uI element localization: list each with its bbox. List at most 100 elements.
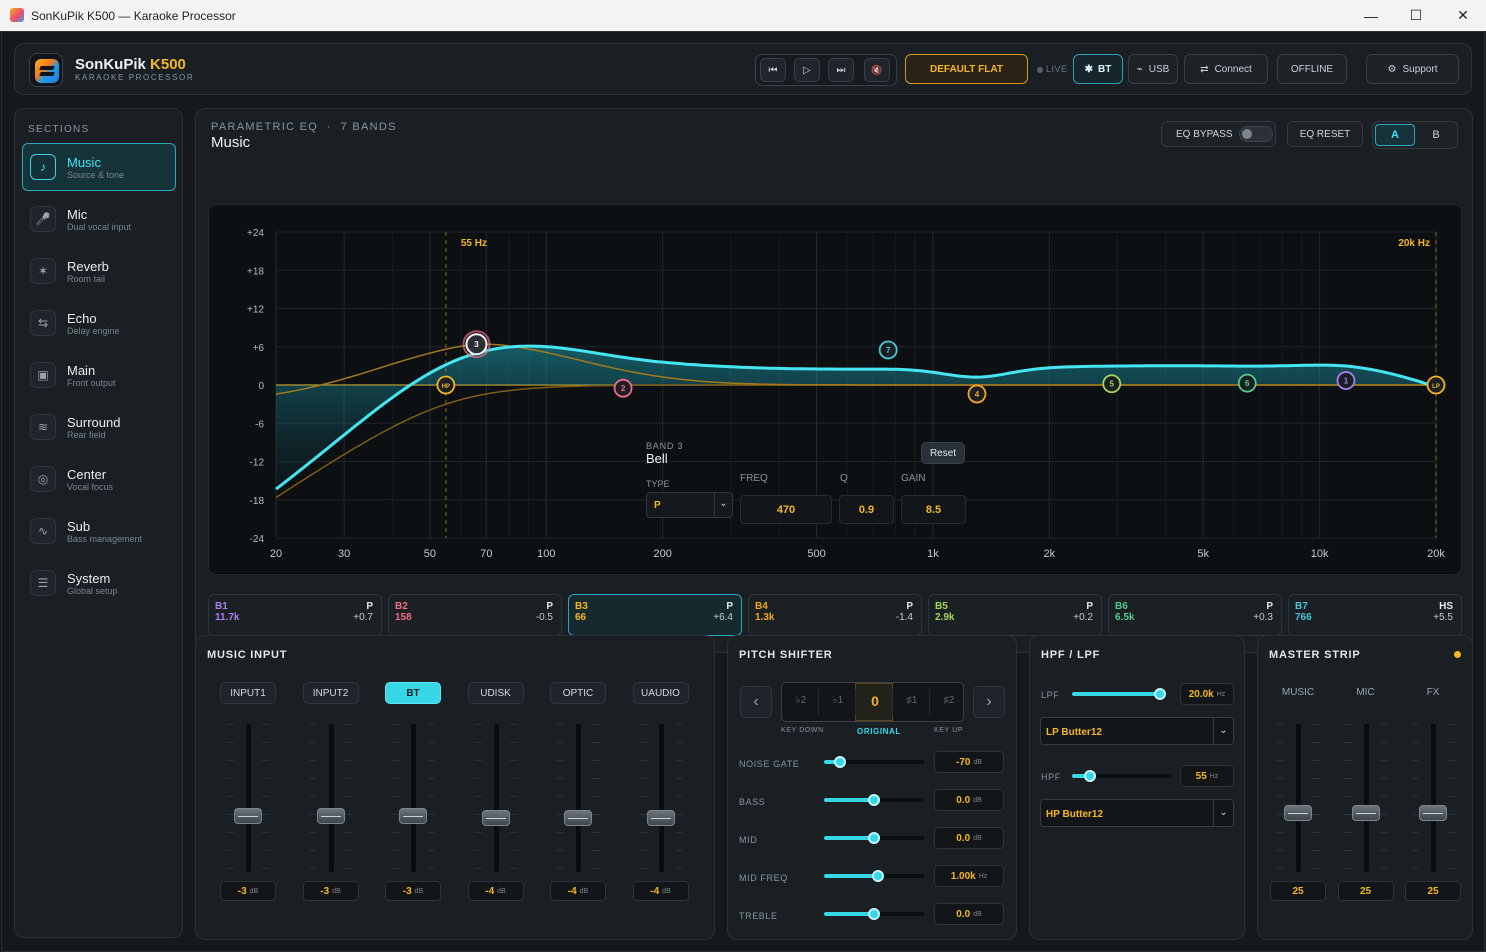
input-level-value[interactable]: -3 dB <box>302 881 359 901</box>
band-node-lp[interactable]: LP <box>1426 375 1446 395</box>
band-type-select[interactable]: P ⌄ <box>646 492 733 518</box>
play-icon[interactable]: ▷ <box>794 58 820 82</box>
sidebar-item-sub[interactable]: ∿ Sub Bass management <box>22 507 176 555</box>
master-level-value[interactable]: 25 <box>1337 881 1394 901</box>
slider-knob[interactable] <box>868 908 880 920</box>
input-fader-uaudio[interactable] <box>633 724 689 874</box>
tone-slider-treble[interactable] <box>824 908 924 920</box>
preset-button[interactable]: DEFAULT FLAT <box>905 54 1028 84</box>
usb-button[interactable]: ⌁ USB <box>1128 54 1178 84</box>
minimize-button[interactable]: — <box>1348 0 1394 31</box>
key-step[interactable]: ♯1 <box>901 695 923 706</box>
input-fader-optic[interactable] <box>550 724 606 874</box>
next-track-icon[interactable]: ⏭ <box>828 58 854 82</box>
eq-bypass-toggle[interactable] <box>1239 126 1273 142</box>
input-fader-udisk[interactable] <box>468 724 524 874</box>
tone-value[interactable]: 0.0 dB <box>934 827 1004 849</box>
key-step[interactable]: ♭2 <box>790 695 812 706</box>
input-level-value[interactable]: -4 dB <box>467 881 524 901</box>
band-node-4[interactable]: 4 <box>967 384 987 404</box>
fader-knob[interactable] <box>646 810 675 826</box>
lpf-slider[interactable] <box>1072 688 1167 700</box>
hpf-type-select[interactable]: HP Butter12 ⌄ <box>1040 799 1234 827</box>
band-node-3[interactable]: 3 <box>462 330 491 359</box>
eq-reset-button[interactable]: EQ RESET <box>1287 121 1363 147</box>
sidebar-item-music[interactable]: ♪ Music Source & tone <box>22 143 176 191</box>
band-node-6[interactable]: 6 <box>1237 373 1257 393</box>
slider-knob[interactable] <box>834 756 846 768</box>
slider-knob[interactable] <box>868 794 880 806</box>
preset-a-button[interactable]: A <box>1375 124 1415 146</box>
fader-knob[interactable] <box>481 810 510 826</box>
band-node-hp[interactable]: HP <box>436 375 456 395</box>
input-level-value[interactable]: -4 dB <box>550 881 606 901</box>
maximize-button[interactable]: ☐ <box>1393 0 1439 31</box>
tone-value[interactable]: 0.0 dB <box>934 903 1004 925</box>
lpf-value[interactable]: 20.0k Hz <box>1180 683 1234 705</box>
sidebar-item-reverb[interactable]: ✶ Reverb Room tail <box>22 247 176 295</box>
tone-slider-noise-gate[interactable] <box>824 756 924 768</box>
bt-button[interactable]: ✱ BT <box>1073 54 1123 84</box>
support-button[interactable]: ⚙ Support <box>1366 54 1459 84</box>
connect-button[interactable]: ⇄ Connect <box>1184 54 1268 84</box>
fader-knob[interactable] <box>564 810 592 826</box>
freq-input[interactable]: 470 <box>740 495 832 524</box>
input-level-value[interactable]: -4 dB <box>632 881 689 901</box>
hpf-slider[interactable] <box>1072 770 1172 782</box>
fader-knob[interactable] <box>1284 805 1312 821</box>
tone-slider-bass[interactable] <box>824 794 924 806</box>
master-level-value[interactable]: 25 <box>1405 881 1461 901</box>
band-node-1[interactable]: 1 <box>1336 371 1356 390</box>
offline-status-button[interactable]: OFFLINE <box>1277 54 1347 84</box>
master-fader-music[interactable] <box>1270 724 1326 874</box>
mute-icon[interactable]: 🔇 <box>864 58 890 82</box>
sidebar-item-echo[interactable]: ⇆ Echo Delay engine <box>22 299 176 347</box>
sidebar-item-main[interactable]: ▣ Main Front output <box>22 351 176 399</box>
fader-knob[interactable] <box>1419 805 1447 821</box>
fader-knob[interactable] <box>316 808 345 824</box>
slider-knob[interactable] <box>872 870 884 882</box>
input-fader-input2[interactable] <box>303 724 359 874</box>
hpf-slider-knob[interactable] <box>1084 770 1096 782</box>
q-input[interactable]: 0.9 <box>839 495 894 524</box>
lpf-type-select[interactable]: LP Butter12 ⌄ <box>1040 717 1234 745</box>
tone-slider-mid-freq[interactable] <box>824 870 924 882</box>
input-select-input2[interactable]: INPUT2 <box>302 682 359 704</box>
hpf-value[interactable]: 55 Hz <box>1180 765 1234 787</box>
tone-value[interactable]: -70 dB <box>934 751 1004 773</box>
master-level-value[interactable]: 25 <box>1270 881 1326 901</box>
close-button[interactable]: ✕ <box>1440 0 1486 31</box>
sidebar-item-mic[interactable]: 🎤 Mic Dual vocal input <box>22 195 176 243</box>
band-chip-b2[interactable]: B2 158 P -0.5 <box>388 594 562 636</box>
prev-track-icon[interactable]: ⏮ <box>760 58 786 82</box>
input-level-value[interactable]: -3 dB <box>220 881 276 901</box>
master-fader-fx[interactable] <box>1405 724 1461 874</box>
tone-value[interactable]: 0.0 dB <box>934 789 1004 811</box>
gain-input[interactable]: 8.5 <box>901 495 966 524</box>
eq-graph[interactable]: +24 +18 +12 +6 0 -6 -12 -18 -24 20 30 50 70 100 200 500… <box>208 204 1462 575</box>
eq-bypass-control[interactable]: EQ BYPASS <box>1161 121 1276 147</box>
tone-slider-mid[interactable] <box>824 832 924 844</box>
band-chip-b1[interactable]: B1 11.7k P +0.7 <box>208 594 382 636</box>
master-fader-mic[interactable] <box>1338 724 1394 874</box>
band-chip-b3[interactable]: B3 66 P +6.4 <box>568 594 742 636</box>
key-step[interactable]: ♯2 <box>938 695 960 706</box>
input-select-input1[interactable]: INPUT1 <box>220 682 276 704</box>
band-node-7[interactable]: 7 <box>878 340 898 360</box>
key-step[interactable]: ♭1 <box>827 695 849 706</box>
input-select-optic[interactable]: OPTIC <box>550 682 606 704</box>
band-chip-b5[interactable]: B5 2.9k P +0.2 <box>928 594 1102 636</box>
band-node-2[interactable]: 2 <box>613 378 633 398</box>
band-chip-b7[interactable]: B7 766 HS +5.5 <box>1288 594 1462 636</box>
preset-b-button[interactable]: B <box>1416 124 1456 146</box>
fader-knob[interactable] <box>399 808 427 824</box>
input-level-value[interactable]: -3 dB <box>385 881 441 901</box>
tone-value[interactable]: 1.00k Hz <box>934 865 1004 887</box>
lpf-slider-knob[interactable] <box>1154 688 1167 700</box>
sidebar-item-system[interactable]: ☰ System Global setup <box>22 559 176 607</box>
key-down-button[interactable]: ‹ <box>740 686 772 718</box>
input-select-uaudio[interactable]: UAUDIO <box>632 682 689 704</box>
band-node-5[interactable]: 5 <box>1102 374 1122 394</box>
input-fader-input1[interactable] <box>220 724 276 874</box>
band-reset-button[interactable]: Reset <box>921 442 965 464</box>
